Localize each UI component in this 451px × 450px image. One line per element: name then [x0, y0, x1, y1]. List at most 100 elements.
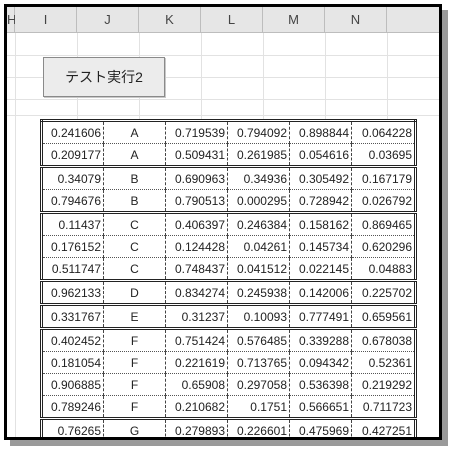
value-cell[interactable]: 0.566651	[289, 395, 352, 420]
column-header-j[interactable]: J	[77, 7, 139, 33]
value-cell[interactable]: 0.221619	[165, 351, 228, 374]
value-cell[interactable]: 0.402452	[41, 328, 104, 352]
value-cell[interactable]: 0.279893	[165, 418, 228, 437]
value-cell[interactable]: 0.31237	[165, 304, 228, 330]
value-cell[interactable]: 0.064228	[351, 120, 416, 144]
group-label-cell[interactable]: B	[103, 166, 166, 190]
value-cell[interactable]: 0.226601	[227, 418, 290, 437]
value-cell[interactable]: 0.261985	[227, 143, 290, 168]
value-cell[interactable]: 0.094342	[289, 351, 352, 374]
column-header-k[interactable]: K	[139, 7, 201, 33]
value-cell[interactable]: 0.751424	[165, 328, 228, 352]
worksheet-grid[interactable]: H I J K L M N テスト実行2 0.241606 A 0.719539…	[7, 7, 439, 437]
value-cell[interactable]: 0.04883	[351, 257, 416, 282]
value-cell[interactable]: 0.406397	[165, 212, 228, 236]
value-cell[interactable]: 0.124428	[165, 235, 228, 258]
value-cell[interactable]: 0.142006	[289, 280, 352, 306]
table-row: 0.241606 A 0.719539 0.794092 0.898844 0.06422…	[41, 120, 416, 144]
value-cell[interactable]: 0.158162	[289, 212, 352, 236]
group-label-cell[interactable]: C	[103, 257, 166, 282]
value-cell[interactable]: 0.678038	[351, 328, 416, 352]
value-cell[interactable]: 0.026792	[351, 189, 416, 214]
gridline	[7, 99, 439, 100]
data-table-body: 0.241606 A 0.719539 0.794092 0.898844 0.06422…	[41, 120, 416, 437]
value-cell[interactable]: 0.041512	[227, 257, 290, 282]
value-cell[interactable]: 0.331767	[41, 304, 104, 330]
value-cell[interactable]: 0.245938	[227, 280, 290, 306]
column-header-l[interactable]: L	[201, 7, 263, 33]
value-cell[interactable]: 0.789246	[41, 395, 104, 420]
value-cell[interactable]: 0.509431	[165, 143, 228, 168]
group-label-cell[interactable]: F	[103, 351, 166, 374]
column-header-n[interactable]: N	[325, 7, 387, 33]
value-cell[interactable]: 0.04261	[227, 235, 290, 258]
value-cell[interactable]: 0.339288	[289, 328, 352, 352]
value-cell[interactable]: 0.962133	[41, 280, 104, 306]
value-cell[interactable]: 0.181054	[41, 351, 104, 374]
group-label-cell[interactable]: E	[103, 304, 166, 330]
value-cell[interactable]: 0.659561	[351, 304, 416, 330]
group-label-cell[interactable]: C	[103, 212, 166, 236]
value-cell[interactable]: 0.511747	[41, 257, 104, 282]
value-cell[interactable]: 0.34936	[227, 166, 290, 190]
value-cell[interactable]: 0.711723	[351, 395, 416, 420]
table-row: 0.511747 C 0.748437 0.041512 0.022145 0.04883	[41, 257, 416, 282]
value-cell[interactable]: 0.000295	[227, 189, 290, 214]
value-cell[interactable]: 0.869465	[351, 212, 416, 236]
value-cell[interactable]: 0.305492	[289, 166, 352, 190]
group-label-cell[interactable]: C	[103, 235, 166, 258]
value-cell[interactable]: 0.475969	[289, 418, 352, 437]
value-cell[interactable]: 0.794676	[41, 189, 104, 214]
value-cell[interactable]: 0.748437	[165, 257, 228, 282]
value-cell[interactable]: 0.52361	[351, 351, 416, 374]
value-cell[interactable]: 0.241606	[41, 120, 104, 144]
group-label-cell[interactable]: F	[103, 328, 166, 352]
value-cell[interactable]: 0.777491	[289, 304, 352, 330]
value-cell[interactable]: 0.620296	[351, 235, 416, 258]
value-cell[interactable]: 0.176152	[41, 235, 104, 258]
value-cell[interactable]: 0.65908	[165, 373, 228, 396]
column-header-i[interactable]: I	[15, 7, 77, 33]
value-cell[interactable]: 0.906885	[41, 373, 104, 396]
value-cell[interactable]: 0.790513	[165, 189, 228, 214]
value-cell[interactable]: 0.054616	[289, 143, 352, 168]
value-cell[interactable]: 0.834274	[165, 280, 228, 306]
value-cell[interactable]: 0.145734	[289, 235, 352, 258]
value-cell[interactable]: 0.209177	[41, 143, 104, 168]
table-row: 0.181054 F 0.221619 0.713765 0.094342 0.52361	[41, 351, 416, 374]
group-label-cell[interactable]: B	[103, 189, 166, 214]
value-cell[interactable]: 0.225702	[351, 280, 416, 306]
value-cell[interactable]: 0.690963	[165, 166, 228, 190]
group-label-cell[interactable]: D	[103, 280, 166, 306]
value-cell[interactable]: 0.794092	[227, 120, 290, 144]
group-label-cell[interactable]: A	[103, 143, 166, 168]
window-shadow-right	[442, 10, 448, 444]
value-cell[interactable]: 0.03695	[351, 143, 416, 168]
value-cell[interactable]: 0.1751	[227, 395, 290, 420]
value-cell[interactable]: 0.898844	[289, 120, 352, 144]
value-cell[interactable]: 0.76265	[41, 418, 104, 437]
group-label-cell[interactable]: A	[103, 120, 166, 144]
value-cell[interactable]: 0.719539	[165, 120, 228, 144]
value-cell[interactable]: 0.167179	[351, 166, 416, 190]
table-row: 0.331767 E 0.31237 0.10093 0.777491 0.659561	[41, 304, 416, 330]
run-test-button[interactable]: テスト実行2	[43, 57, 165, 97]
column-header-m[interactable]: M	[263, 7, 325, 33]
value-cell[interactable]: 0.427251	[351, 418, 416, 437]
group-label-cell[interactable]: F	[103, 395, 166, 420]
group-label-cell[interactable]: G	[103, 418, 166, 437]
value-cell[interactable]: 0.34079	[41, 166, 104, 190]
value-cell[interactable]: 0.246384	[227, 212, 290, 236]
value-cell[interactable]: 0.576485	[227, 328, 290, 352]
value-cell[interactable]: 0.022145	[289, 257, 352, 282]
column-header-h[interactable]: H	[7, 7, 16, 33]
value-cell[interactable]: 0.297058	[227, 373, 290, 396]
value-cell[interactable]: 0.10093	[227, 304, 290, 330]
value-cell[interactable]: 0.728942	[289, 189, 352, 214]
group-label-cell[interactable]: F	[103, 373, 166, 396]
value-cell[interactable]: 0.210682	[165, 395, 228, 420]
value-cell[interactable]: 0.536398	[289, 373, 352, 396]
value-cell[interactable]: 0.713765	[227, 351, 290, 374]
value-cell[interactable]: 0.11437	[41, 212, 104, 236]
value-cell[interactable]: 0.219292	[351, 373, 416, 396]
